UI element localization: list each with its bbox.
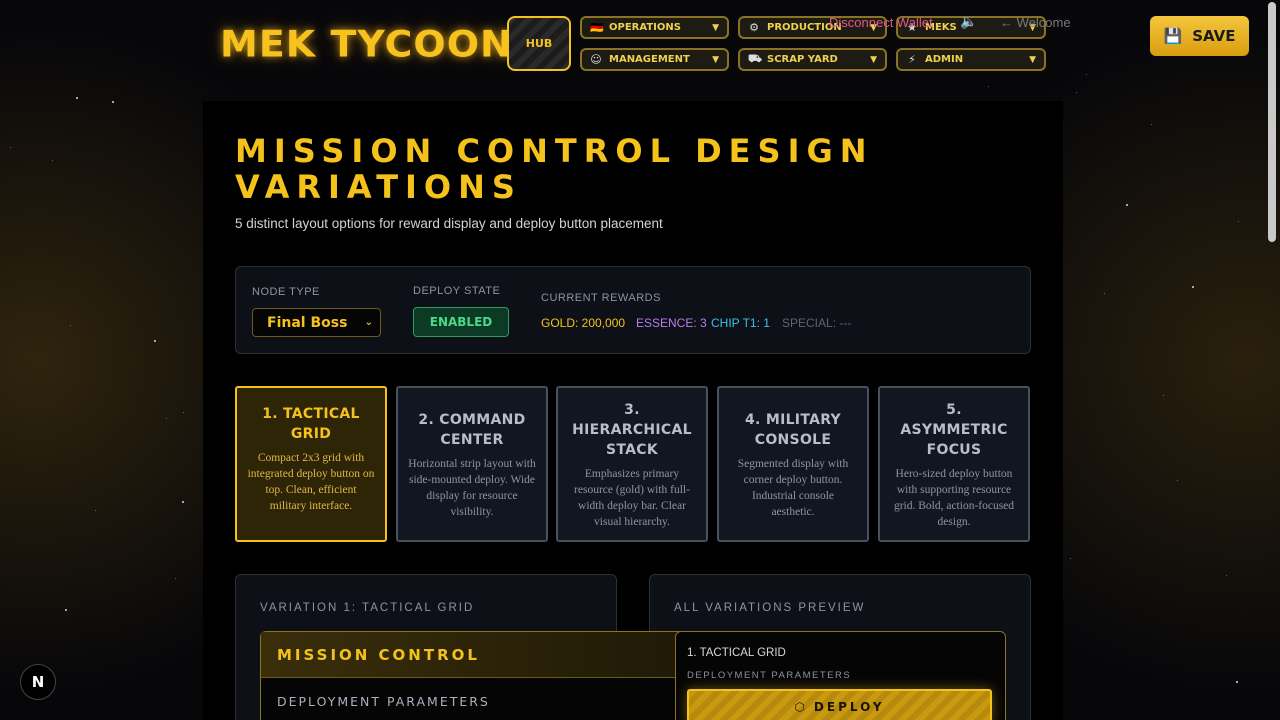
reward-essence: ESSENCE: 3 — [636, 316, 707, 330]
variation-title: 2. COMMAND CENTER — [418, 412, 526, 448]
reward-chip: CHIP T1: 1 — [711, 316, 770, 330]
floppy-disk-icon: 💾 — [1163, 27, 1183, 45]
nav-admin[interactable]: ⚡ ADMIN ▼ — [896, 48, 1046, 71]
mask-icon: ☺ — [590, 53, 602, 66]
nav-label: MANAGEMENT — [609, 54, 690, 65]
controls-panel: NODE TYPE Final Boss ⌄ DEPLOY STATE ENAB… — [235, 266, 1031, 354]
variation-card-command-center[interactable]: 2. COMMAND CENTER Horizontal strip layou… — [396, 386, 548, 542]
variation-desc: Hero-sized deploy button with supporting… — [893, 468, 1015, 528]
nav-label: OPERATIONS — [609, 22, 681, 33]
lightning-icon: ⚡ — [908, 53, 916, 66]
variation-title: 1. TACTICAL GRID — [262, 406, 360, 442]
caret-down-icon: ▼ — [712, 22, 719, 33]
chevron-down-icon: ⌄ — [364, 317, 373, 328]
reward-special: SPECIAL: --- — [782, 316, 852, 330]
flag-icon: 🇩🇪 — [590, 21, 604, 34]
caret-down-icon: ▼ — [712, 54, 719, 65]
variation-desc: Horizontal strip layout with side-mounte… — [408, 458, 536, 518]
volume-icon[interactable]: 🔈 — [960, 14, 977, 30]
gamepad-icon: ⛟ — [748, 52, 762, 65]
reward-gold: GOLD: 200,000 — [541, 316, 626, 330]
nav-scrap-yard[interactable]: ⛟ SCRAP YARD ▼ — [738, 48, 887, 71]
nav-operations[interactable]: 🇩🇪 OPERATIONS ▼ — [580, 16, 729, 39]
nextjs-dev-badge[interactable]: N — [20, 664, 56, 700]
variation-card-asymmetric-focus[interactable]: 5. ASYMMETRIC FOCUS Hero-sized deploy bu… — [878, 386, 1030, 542]
save-button[interactable]: 💾 SAVE — [1150, 16, 1249, 56]
hub-button[interactable]: HUB — [507, 16, 571, 71]
caret-down-icon: ▼ — [870, 54, 877, 65]
main-panel: MISSION CONTROL DESIGN VARIATIONS 5 dist… — [203, 101, 1063, 720]
page-scrollbar[interactable] — [1267, 0, 1277, 720]
preview-card-tactical-grid: 1. TACTICAL GRID DEPLOYMENT PARAMETERS ⬡… — [675, 631, 1006, 720]
deploy-state-label: DEPLOY STATE — [413, 285, 501, 297]
variation-desc: Emphasizes primary resource (gold) with … — [574, 468, 690, 528]
app-logo: MEK TYCOON — [220, 23, 513, 65]
variation-card-military-console[interactable]: 4. MILITARY CONSOLE Segmented display wi… — [717, 386, 869, 542]
hexagon-icon: ⬡ — [794, 700, 808, 714]
node-type-label: NODE TYPE — [252, 286, 320, 298]
section-label: ALL VARIATIONS PREVIEW — [674, 602, 866, 614]
preview-title: 1. TACTICAL GRID — [687, 647, 786, 659]
deploy-label: DEPLOY — [813, 700, 885, 714]
preview-subtitle: DEPLOYMENT PARAMETERS — [687, 670, 852, 681]
gear-icon: ⚙ — [749, 21, 759, 34]
node-type-value: Final Boss — [267, 314, 348, 331]
variation-title: 4. MILITARY CONSOLE — [745, 412, 841, 448]
caret-down-icon: ▼ — [1029, 54, 1036, 65]
deploy-button[interactable]: ⬡ DEPLOY — [687, 689, 992, 720]
page-title: MISSION CONTROL DESIGN VARIATIONS — [235, 132, 874, 206]
deploy-state-toggle[interactable]: ENABLED — [413, 307, 509, 337]
section-label: VARIATION 1: TACTICAL GRID — [260, 602, 475, 614]
disconnect-wallet-link[interactable]: Disconnect Wallet — [829, 15, 933, 30]
variation-title: 3. HIERARCHICAL STACK — [572, 402, 692, 458]
node-type-select[interactable]: Final Boss ⌄ — [252, 308, 381, 337]
variation-title: 5. ASYMMETRIC FOCUS — [900, 402, 1008, 458]
page-subtitle: 5 distinct layout options for reward dis… — [235, 216, 663, 231]
nav-label: SCRAP YARD — [767, 54, 838, 65]
current-rewards-label: CURRENT REWARDS — [541, 292, 661, 304]
variation-desc: Segmented display with corner deploy but… — [737, 458, 849, 518]
variation-card-hierarchical-stack[interactable]: 3. HIERARCHICAL STACK Emphasizes primary… — [556, 386, 708, 542]
save-label: SAVE — [1192, 27, 1236, 45]
nav-label: ADMIN — [925, 54, 964, 65]
variation-desc: Compact 2x3 grid with integrated deploy … — [247, 452, 375, 512]
nav-management[interactable]: ☺ MANAGEMENT ▼ — [580, 48, 729, 71]
welcome-link[interactable]: ← Welcome — [1000, 15, 1071, 30]
scrollbar-thumb[interactable] — [1268, 2, 1276, 242]
variation-card-tactical-grid[interactable]: 1. TACTICAL GRID Compact 2x3 grid with i… — [235, 386, 387, 542]
